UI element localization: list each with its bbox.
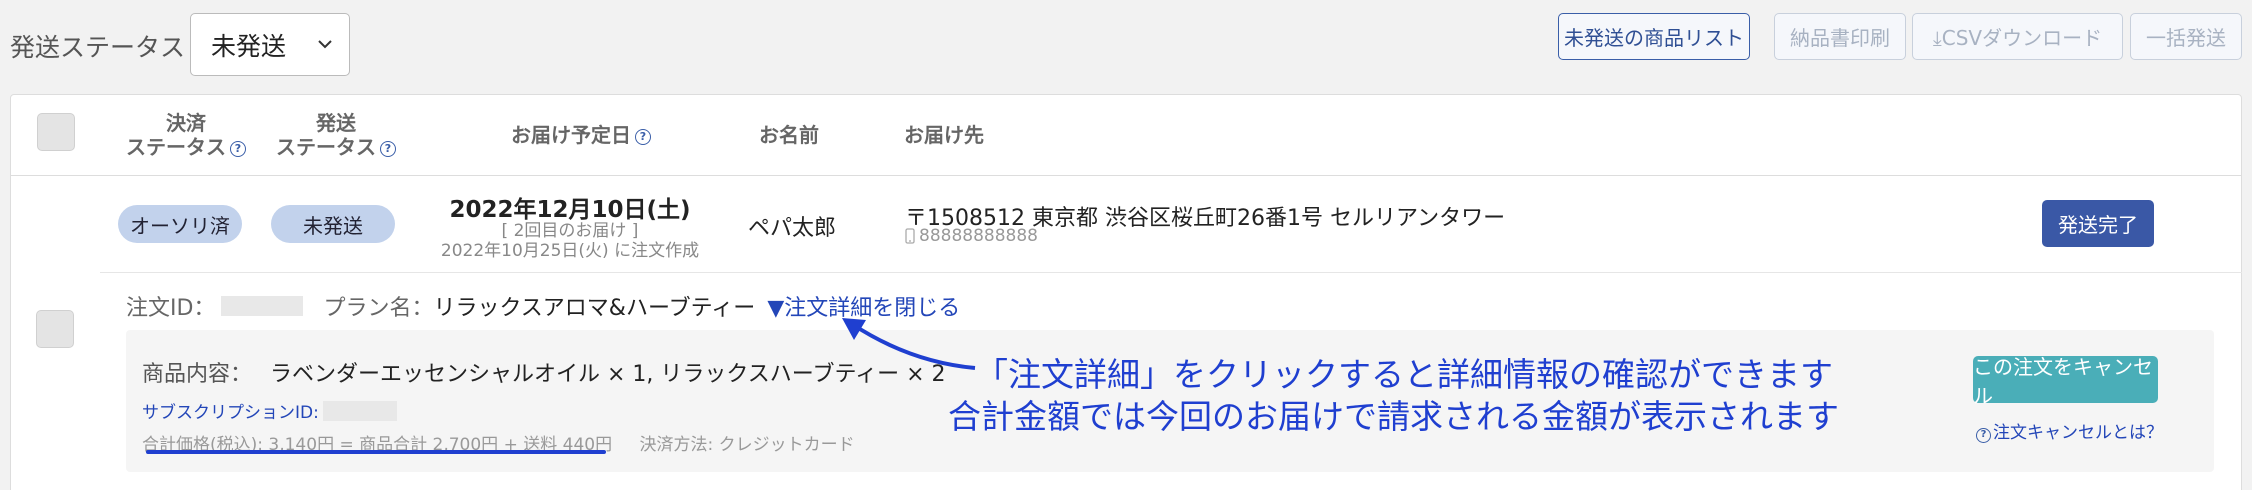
subscription-id-label: サブスクリプションID:: [142, 403, 319, 423]
header-shipping-status-line2: ステータス: [276, 135, 376, 159]
header-divider: [11, 175, 2241, 176]
help-icon[interactable]: ?: [380, 141, 396, 157]
select-all-checkbox[interactable]: [37, 113, 75, 151]
plan-label: プラン名：: [323, 296, 434, 321]
customer-name: ペパ太郎: [748, 216, 837, 241]
header-shipping-status: 発送 ステータス?: [261, 111, 411, 159]
order-created-date: 2022年10月25日(火) に注文作成: [440, 241, 700, 261]
annotation-text-2: 合計金額では今回のお届けで請求される金額が表示されます: [948, 397, 1839, 436]
help-icon[interactable]: ?: [230, 141, 246, 157]
product-content: 商品内容： ラベンダーエッセンシャルオイル × 1, リラックスハーブティー × …: [142, 356, 946, 388]
header-payment-status-line2: ステータス: [126, 135, 226, 159]
payment-method: 決済方法: クレジットカード: [639, 435, 855, 455]
phone-number: 88888888888: [905, 226, 1038, 246]
annotation-text-1: 「注文詳細」をクリックすると詳細情報の確認ができます: [975, 355, 1833, 394]
order-id-redacted: [221, 296, 304, 316]
header-payment-status-line1: 決済: [166, 111, 206, 135]
header-address: お届け先: [904, 123, 984, 147]
product-content-label: 商品内容：: [142, 362, 253, 387]
ship-complete-button[interactable]: 発送完了: [2042, 200, 2154, 247]
header-name: お名前: [759, 123, 819, 147]
phone-number-value: 88888888888: [919, 226, 1038, 246]
print-slip-button[interactable]: 納品書印刷: [1774, 13, 1906, 60]
unshipped-list-button[interactable]: 未発送の商品リスト: [1558, 13, 1750, 60]
shipping-status-badge: 未発送: [271, 205, 395, 243]
shipping-status-filter-label: 発送ステータス: [10, 33, 186, 62]
shipping-status-select-value: 未発送: [211, 31, 287, 61]
cancel-order-button[interactable]: この注文をキャンセル: [1973, 355, 2158, 408]
subscription-id-redacted: [322, 400, 397, 421]
help-icon[interactable]: ?: [635, 129, 651, 145]
header-payment-status: 決済 ステータス?: [111, 111, 261, 159]
order-id-label: 注文ID：: [126, 296, 216, 321]
subscription-id: サブスクリプションID:: [142, 398, 397, 423]
cancel-help-link[interactable]: ? 注文キャンセルとは？: [1976, 418, 2163, 443]
order-checkbox[interactable]: [36, 310, 74, 348]
plan-name: リラックスアロマ&ハーブティー: [433, 296, 756, 321]
cancel-help-label: 注文キャンセルとは？: [1993, 423, 2163, 443]
annotation-arrow: [842, 318, 976, 370]
csv-download-button[interactable]: ⤓CSVダウンロード: [1912, 13, 2123, 60]
chevron-down-icon: [318, 40, 332, 49]
total-price-underline: [146, 450, 606, 454]
header-delivery-date: お届け予定日?: [471, 123, 691, 147]
header-delivery-date-label: お届け予定日: [511, 123, 631, 147]
help-icon: ?: [1976, 428, 1991, 443]
bulk-ship-button[interactable]: 一括発送: [2130, 13, 2242, 60]
phone-icon: [905, 228, 915, 244]
order-summary-line: 注文ID： プラン名： リラックスアロマ&ハーブティー ▼注文詳細を閉じる: [126, 290, 960, 322]
shipping-status-select[interactable]: 未発送: [190, 13, 350, 76]
row-divider: [100, 272, 2242, 273]
header-shipping-status-line1: 発送: [316, 111, 356, 135]
payment-status-badge: オーソリ済: [118, 205, 242, 243]
